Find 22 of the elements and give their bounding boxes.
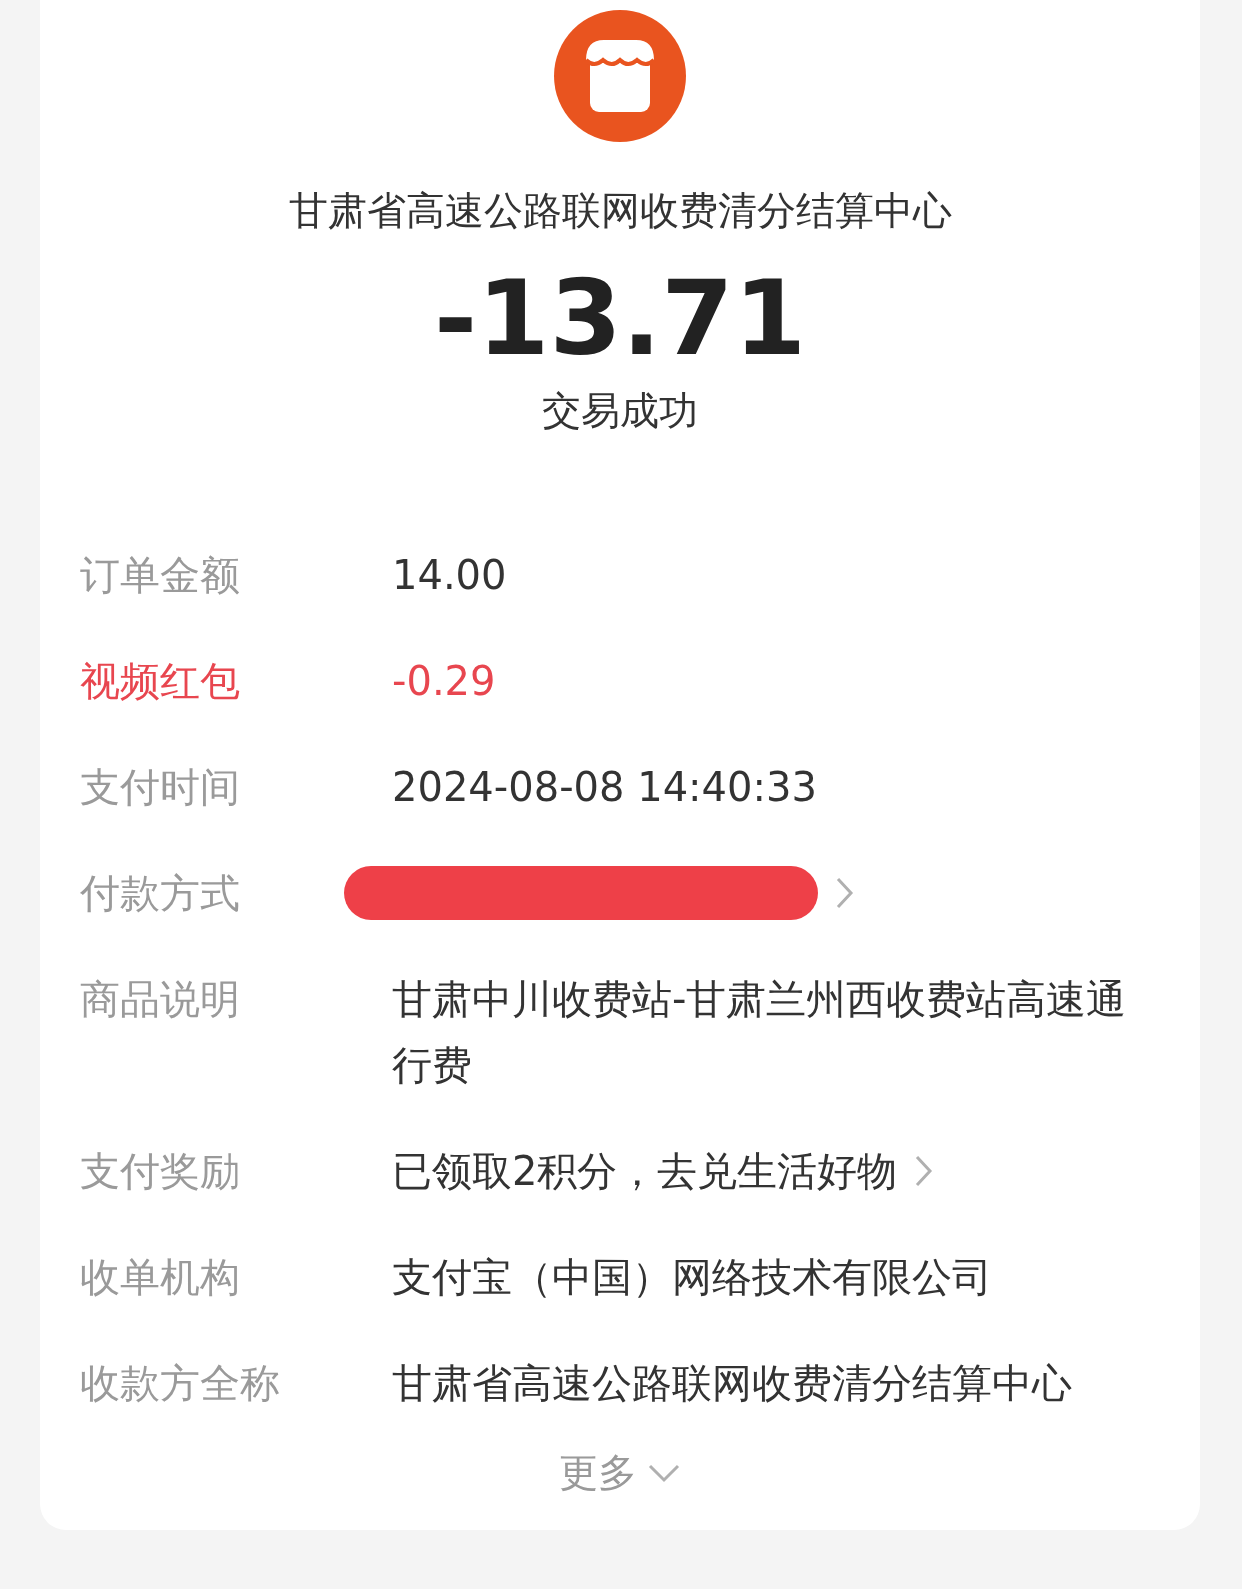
detail-label: 视频红包 bbox=[80, 658, 240, 704]
chevron-right-icon bbox=[834, 876, 854, 910]
reward-link[interactable]: 已领取2积分，去兑生活好物 bbox=[392, 1138, 898, 1204]
detail-value: 甘肃省高速公路联网收费清分结算中心 bbox=[392, 1359, 1072, 1408]
detail-value: 支付宝（中国）网络技术有限公司 bbox=[392, 1253, 992, 1302]
detail-label: 收款方全称 bbox=[80, 1360, 280, 1406]
detail-value: 2024-08-08 14:40:33 bbox=[392, 763, 817, 812]
detail-label: 商品说明 bbox=[80, 976, 240, 1022]
detail-label: 支付奖励 bbox=[80, 1148, 240, 1194]
detail-value: -0.29 bbox=[392, 657, 496, 706]
amount: -13.71 bbox=[433, 258, 807, 378]
detail-value: 14.00 bbox=[392, 551, 507, 600]
status-text: 交易成功 bbox=[542, 387, 698, 435]
detail-value: 甘肃中川收费站-甘肃兰州西收费站高速通行费 bbox=[392, 975, 1128, 1090]
detail-label: 收单机构 bbox=[80, 1254, 240, 1300]
chevron-down-icon bbox=[647, 1462, 681, 1484]
shop-icon bbox=[554, 10, 686, 142]
detail-label: 付款方式 bbox=[80, 870, 240, 916]
detail-label: 订单金额 bbox=[80, 552, 240, 598]
chevron-right-icon bbox=[913, 1154, 934, 1188]
merchant-title: 甘肃省高速公路联网收费清分结算中心 bbox=[288, 187, 952, 235]
detail-label: 支付时间 bbox=[80, 764, 240, 810]
